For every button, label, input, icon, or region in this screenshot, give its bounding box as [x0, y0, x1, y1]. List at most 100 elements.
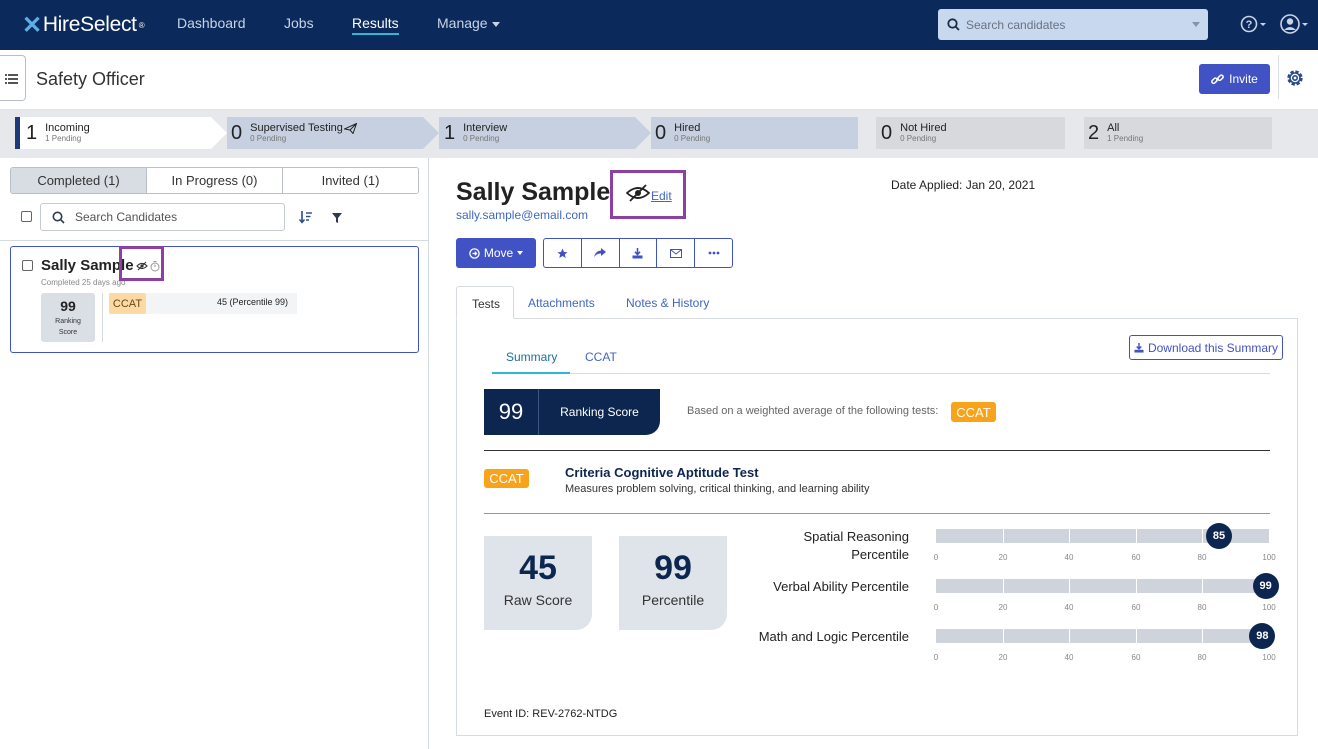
- download-icon: [1134, 342, 1144, 353]
- ranking-score-label-1: Ranking: [55, 318, 81, 325]
- user-menu[interactable]: [1280, 13, 1310, 40]
- bar-gridline: [1202, 529, 1203, 543]
- stage-pending: 1 Pending: [45, 133, 82, 143]
- pipeline-stage-all[interactable]: 2 All 1 Pending: [1080, 117, 1143, 149]
- axis-tick-label: 80: [1197, 603, 1207, 612]
- sort-icon[interactable]: [299, 210, 313, 224]
- search-icon: [52, 211, 65, 224]
- pipeline-stage-supervised-testing[interactable]: 0 Supervised Testing 0 Pending: [223, 117, 358, 149]
- select-all-checkbox[interactable]: [21, 211, 32, 222]
- nav-manage[interactable]: Manage: [437, 15, 500, 31]
- axis-tick-label: 80: [1197, 653, 1207, 662]
- bar-gridline: [1069, 529, 1070, 543]
- share-icon: [594, 248, 607, 258]
- nav-results[interactable]: Results: [352, 15, 399, 35]
- job-header: [0, 50, 1318, 110]
- divider: [0, 240, 428, 241]
- highlight-box: [610, 170, 686, 219]
- candidate-search[interactable]: [938, 9, 1208, 40]
- gear-icon: [1287, 70, 1303, 86]
- bar-gridline: [1136, 629, 1137, 643]
- axis-tick-label: 100: [1262, 653, 1276, 662]
- settings-button[interactable]: [1285, 68, 1305, 93]
- candidate-search-input[interactable]: [75, 204, 275, 230]
- tab-notes-history[interactable]: Notes & History: [626, 296, 709, 310]
- star-button[interactable]: [544, 239, 582, 267]
- bar-gridline: [1202, 579, 1203, 593]
- svg-text:?: ?: [1246, 19, 1253, 31]
- filter-icon[interactable]: [332, 213, 342, 223]
- pipeline-bar: 1 Incoming 1 Pending 0 Supervised Testing…: [0, 110, 1318, 158]
- invite-button[interactable]: Invite: [1199, 64, 1270, 94]
- sidebar-toggle[interactable]: [0, 55, 26, 101]
- pipeline-stage-interview[interactable]: 1 Interview 0 Pending: [436, 117, 507, 149]
- axis-tick-label: 100: [1262, 553, 1276, 562]
- tab-in-progress[interactable]: In Progress (0): [147, 168, 283, 193]
- move-button[interactable]: Move: [456, 238, 536, 268]
- date-applied: Date Applied: Jan 20, 2021: [891, 178, 1036, 192]
- divider: [102, 293, 103, 342]
- pipeline-stage-hired[interactable]: 0 Hired 0 Pending: [647, 117, 710, 149]
- more-button[interactable]: [695, 239, 732, 267]
- candidate-checkbox[interactable]: [22, 260, 33, 271]
- tab-tests[interactable]: Tests: [456, 286, 514, 319]
- subtab-summary[interactable]: Summary: [506, 350, 557, 364]
- test-description: Measures problem solving, critical think…: [565, 483, 870, 495]
- percentile-bar-verbal: [936, 579, 1269, 593]
- paper-plane-icon: [342, 122, 358, 134]
- bar-label-math: Math and Logic Percentile: [758, 629, 909, 644]
- subtab-ccat[interactable]: CCAT: [585, 350, 617, 364]
- candidate-card[interactable]: Sally Sample Completed 25 days ago 99 Ra…: [10, 246, 419, 353]
- test-tag: CCAT: [951, 402, 996, 422]
- axis-tick-label: 60: [1131, 553, 1141, 562]
- download-summary-button[interactable]: Download this Summary: [1129, 335, 1283, 360]
- bar-gridline: [1202, 629, 1203, 643]
- pipeline-stage-incoming[interactable]: 1 Incoming 1 Pending: [18, 117, 90, 149]
- candidate-list-panel: Completed (1) In Progress (0) Invited (1…: [0, 158, 429, 749]
- search-input[interactable]: [966, 9, 1186, 40]
- hireselect-logo[interactable]: ✕ HireSelect ®: [22, 11, 145, 39]
- arrow-circle-icon: [469, 247, 480, 259]
- bar-axis-math: 0 20 40 60 80 100: [934, 653, 1276, 663]
- stage-label: Supervised Testing: [250, 122, 358, 134]
- bar-axis-spatial: 0 20 40 60 80 100: [933, 553, 1276, 563]
- user-avatar-icon: [1280, 14, 1308, 34]
- stage-count: 0: [881, 121, 893, 144]
- ranking-score-panel: 99 Ranking Score: [484, 389, 660, 435]
- email-button[interactable]: [657, 239, 696, 267]
- list-icon: [5, 74, 18, 84]
- tab-tests-label: Tests: [472, 297, 501, 311]
- pipeline-stage-not-hired[interactable]: 0 Not Hired 0 Pending: [873, 117, 947, 149]
- tab-invited[interactable]: Invited (1): [283, 168, 418, 193]
- stage-label: Hired: [674, 121, 701, 134]
- active-subtab-indicator: [492, 372, 570, 374]
- tab-completed[interactable]: Completed (1): [11, 168, 147, 193]
- action-button-group: [543, 238, 733, 268]
- chevron-down-icon: [517, 251, 524, 255]
- nav-dashboard[interactable]: Dashboard: [177, 15, 246, 31]
- ranking-score-label: Ranking Score: [560, 405, 639, 419]
- stage-count: 0: [655, 121, 667, 144]
- divider: [570, 373, 1270, 374]
- candidate-filter-search[interactable]: [40, 203, 285, 231]
- nav-manage-label: Manage: [437, 15, 488, 31]
- tests-panel: [456, 318, 1298, 736]
- stage-label: Not Hired: [900, 121, 947, 134]
- page-title: Safety Officer: [36, 69, 145, 89]
- logo-text: HireSelect: [42, 13, 137, 36]
- bar-gridline: [1136, 579, 1137, 593]
- bar-label-spatial: Spatial Reasoning Percentile: [749, 528, 909, 564]
- nav-jobs[interactable]: Jobs: [284, 15, 314, 31]
- tab-attachments[interactable]: Attachments: [528, 296, 595, 310]
- percentile-bar-math: [936, 629, 1269, 643]
- share-button[interactable]: [582, 239, 620, 267]
- test-tag: CCAT: [484, 469, 529, 488]
- download-button[interactable]: [620, 239, 658, 267]
- axis-tick-label: 20: [998, 553, 1008, 562]
- candidate-email[interactable]: sally.sample@email.com: [456, 208, 588, 222]
- help-menu[interactable]: ?: [1240, 14, 1266, 39]
- stage-pending: 1 Pending: [1107, 133, 1144, 143]
- move-label: Move: [483, 246, 514, 260]
- axis-tick-label: 0: [933, 553, 939, 562]
- percentile-label: Percentile: [641, 592, 705, 608]
